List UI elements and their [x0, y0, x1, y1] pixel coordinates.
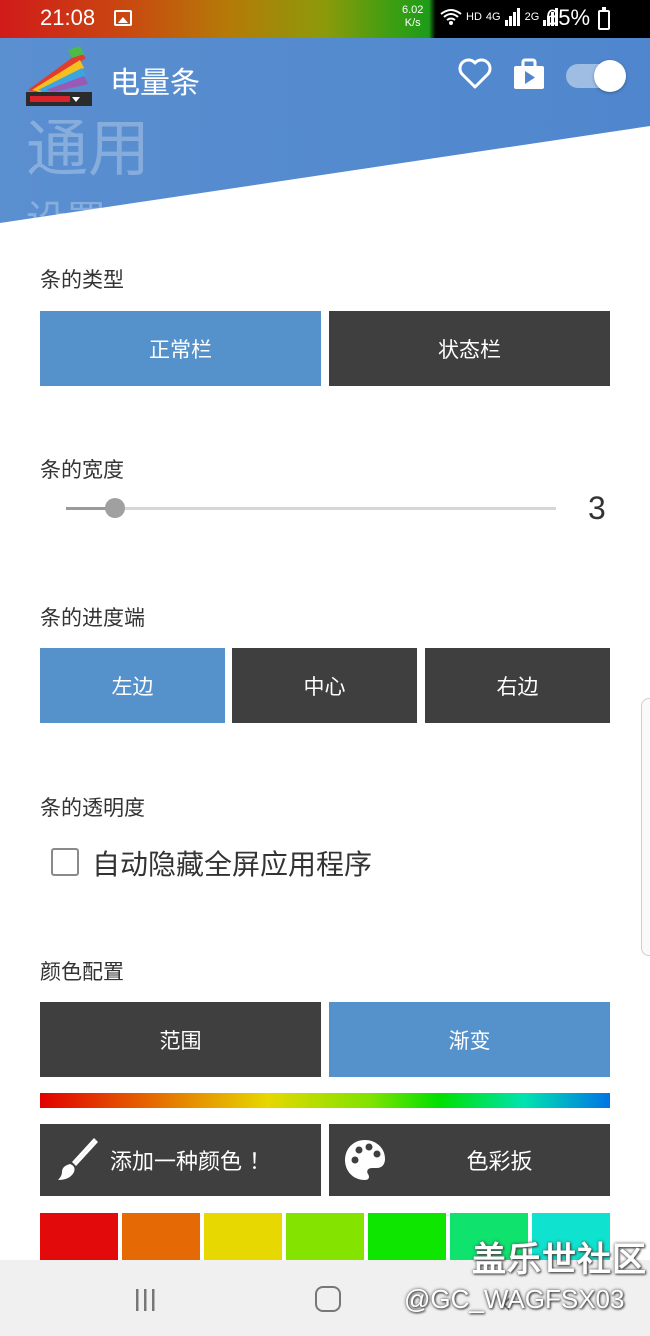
bar-type-statusbar-button[interactable]: 状态栏: [329, 311, 610, 386]
add-color-button[interactable]: 添加一种颜色 ！: [40, 1124, 321, 1196]
app-title: 电量条: [110, 66, 200, 101]
signal-icons: HD 4G 2G: [440, 8, 559, 26]
color-swatch[interactable]: [122, 1213, 200, 1263]
slider-thumb[interactable]: [105, 498, 125, 518]
color-swatch[interactable]: [368, 1213, 446, 1263]
hd-badge: HD: [466, 11, 482, 23]
edge-panel-handle[interactable]: [641, 698, 650, 956]
color-palette-button[interactable]: 色彩扳: [329, 1124, 610, 1196]
color-swatch[interactable]: [204, 1213, 282, 1263]
color-config-label: 颜色配置: [40, 960, 124, 984]
add-color-label: 添加一种颜色 ！: [110, 1150, 271, 1175]
color-palette-label: 色彩扳: [466, 1150, 533, 1175]
heart-icon[interactable]: [458, 58, 492, 90]
status-time: 21:08: [40, 5, 96, 30]
color-range-button[interactable]: 范围: [40, 1002, 321, 1077]
signal-strength-icon: [504, 8, 520, 26]
autohide-fullscreen-label[interactable]: 自动隐藏全屏应用程序: [92, 843, 372, 883]
bar-progress-end-label: 条的进度端: [40, 606, 145, 630]
wifi-icon: [440, 9, 462, 25]
watermark-community: 盖乐世社区: [472, 1240, 647, 1280]
gradient-preview-bar: [40, 1093, 610, 1108]
color-gradient-button[interactable]: 渐变: [329, 1002, 610, 1077]
battery-percent: 65%: [546, 5, 591, 30]
gallery-icon: [114, 10, 132, 26]
color-swatch[interactable]: [40, 1213, 118, 1263]
color-swatch[interactable]: [286, 1213, 364, 1263]
network-2g: 2G: [524, 11, 540, 23]
progress-end-center-button[interactable]: 中心: [232, 648, 417, 723]
network-4g: 4G: [485, 11, 501, 23]
app-logo-icon: [26, 46, 92, 106]
watermark-handle: @GC_WAGFSX03: [404, 1284, 625, 1314]
app-header: 通用 设置 电量条: [0, 38, 650, 223]
master-toggle[interactable]: [566, 60, 626, 92]
bar-type-normal-button[interactable]: 正常栏: [40, 311, 321, 386]
recent-apps-icon[interactable]: [134, 1288, 158, 1312]
network-speed: 6.02 K/s: [402, 4, 423, 30]
toggle-knob: [594, 60, 626, 92]
status-bar: 21:08 6.02 K/s HD 4G 2G 65%: [0, 0, 650, 38]
autohide-fullscreen-checkbox[interactable]: [51, 848, 79, 876]
home-icon[interactable]: [315, 1286, 341, 1312]
bar-width-slider[interactable]: [66, 498, 556, 518]
battery-icon: [598, 7, 610, 30]
progress-end-right-button[interactable]: 右边: [425, 648, 610, 723]
header-diagonal-cut: [0, 126, 650, 223]
progress-end-left-button[interactable]: 左边: [40, 648, 225, 723]
bar-width-value: 3: [588, 490, 606, 526]
bar-width-label: 条的宽度: [40, 458, 124, 482]
shop-bag-icon[interactable]: [512, 58, 546, 90]
bar-transparency-label: 条的透明度: [40, 796, 145, 820]
network-speed-unit: K/s: [404, 17, 421, 29]
bar-type-label: 条的类型: [40, 268, 124, 292]
network-speed-value: 6.02: [402, 4, 424, 16]
